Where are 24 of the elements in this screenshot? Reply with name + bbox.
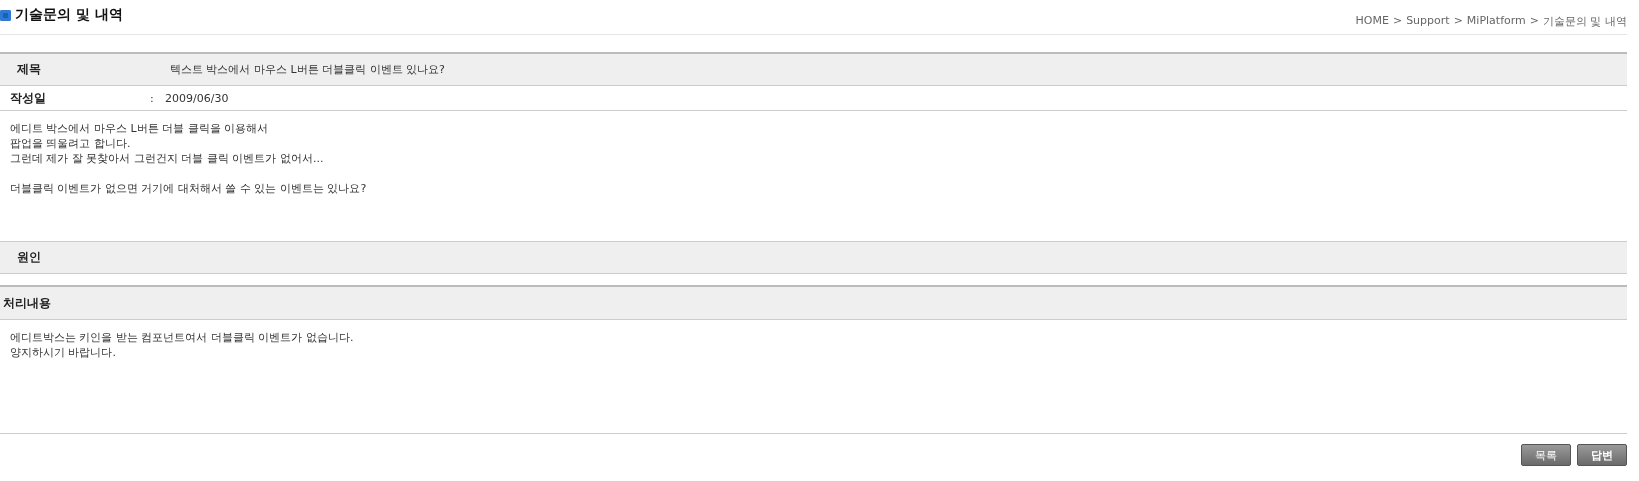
reply-button[interactable]: 답변 (1577, 444, 1627, 466)
colon: : (150, 91, 155, 105)
field-label: 작성일 (9, 89, 47, 107)
breadcrumb-separator: > (1529, 14, 1539, 29)
subject-value: 텍스트 박스에서 마우스 L버튼 더블클릭 이벤트 있나요? (170, 62, 445, 77)
field-label: 원인 (16, 249, 42, 266)
question-text: 팝업을 띄울려고 합니다. (10, 136, 132, 151)
breadcrumb-link[interactable]: HOME (1355, 14, 1389, 29)
field-label: 처리내용 (2, 294, 52, 312)
field-label: 제목 (16, 61, 42, 78)
list-button[interactable]: 목록 (1521, 444, 1571, 466)
breadcrumb-separator: > (1392, 14, 1403, 29)
question-text: 에디트 박스에서 마우스 L버튼 더블 클릭을 이용해서 (10, 121, 270, 136)
resolution-text: 양지하시기 바랍니다. (10, 345, 117, 360)
date-value: 2009/06/30 (165, 91, 229, 105)
question-text: 더블클릭 이벤트가 없으면 거기에 대처해서 쓸 수 있는 이벤트는 있나요? (10, 181, 368, 196)
breadcrumb-separator: > (1453, 14, 1463, 29)
breadcrumb-link[interactable]: Support (1406, 14, 1450, 29)
page-title: 기술문의 및 내역 (15, 6, 123, 24)
resolution-text: 에디트박스는 키인을 받는 컴포넌트여서 더블클릭 이벤트가 없습니다. (10, 330, 355, 345)
breadcrumb-link[interactable]: MiPlatform (1466, 14, 1526, 29)
breadcrumb-link[interactable]: 기술문의 및 내역 (1543, 14, 1627, 29)
question-text: 그런데 제가 잘 못찾아서 그런건지 더블 클릭 이벤트가 없어서... (10, 151, 325, 166)
title-icon (0, 9, 11, 21)
